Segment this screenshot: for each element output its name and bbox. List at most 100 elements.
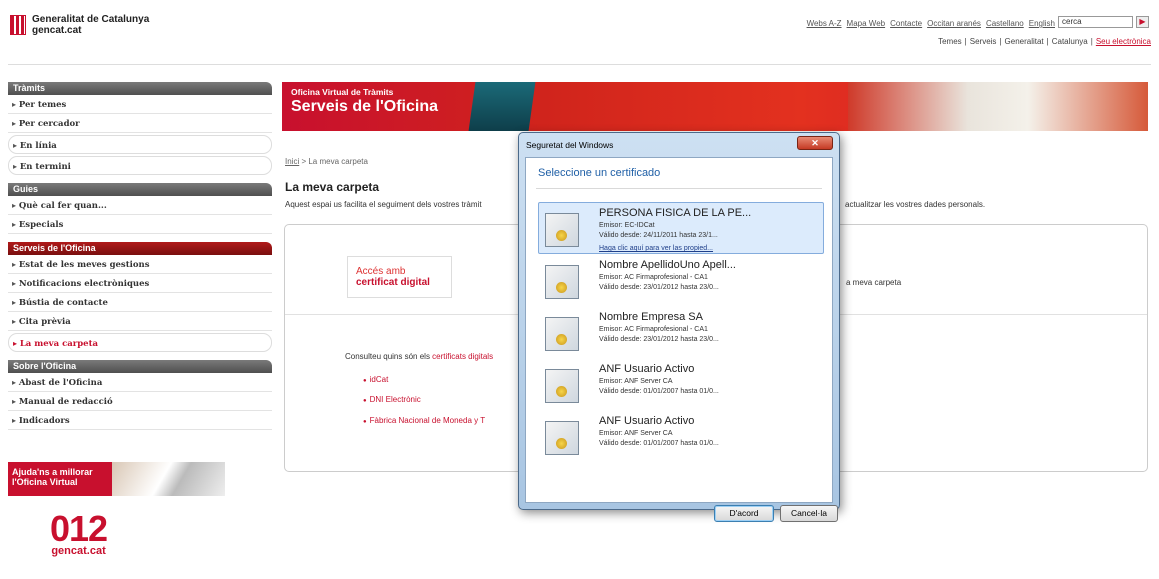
sidebar-item-notificacions[interactable]: Notificacions electròniques [8,274,272,293]
sidebar-item-estat-gestions[interactable]: Estat de les meves gestions [8,255,272,274]
link-dni-electronic[interactable]: DNI Electrònic [363,395,421,404]
link-contacte[interactable]: Contacte [890,19,922,28]
certificate-icon [545,265,579,299]
link-webs-az[interactable]: Webs A-Z [807,19,842,28]
certificate-name: ANF Usuario Activo [599,415,695,427]
link-castellano[interactable]: Castellano [986,19,1024,28]
certificate-icon [545,421,579,455]
link-temes[interactable]: Temes [938,37,962,46]
sidebar-item-bustia[interactable]: Bústia de contacte [8,293,272,312]
ok-button[interactable]: D'acord [714,505,774,522]
sidebar-item-la-meva-carpeta[interactable]: La meva carpeta [8,333,272,352]
certificate-validity: Válido desde: 24/11/2011 hasta 23/1... [599,232,718,239]
link-idcat[interactable]: idCat [363,375,389,384]
link-mapa-web[interactable]: Mapa Web [847,19,886,28]
access-line2: certificat digital [356,277,430,288]
certificate-issuer: Emisor: ANF Server CA [599,378,673,385]
certificate-item[interactable]: ANF Usuario Activo Emisor: ANF Server CA… [538,358,824,410]
sidebar-item-cita-previa[interactable]: Cita prèvia [8,312,272,331]
certificate-item[interactable]: PERSONA FISICA DE LA PE... Emisor: EC-ID… [538,202,824,254]
top-links: Webs A-Z Mapa Web Contacte Occitan arané… [807,19,1055,28]
sidebar-item-especials[interactable]: Especials [8,215,272,234]
breadcrumb: Inici > La meva carpeta [285,157,368,166]
search-input[interactable]: cerca [1058,16,1133,28]
certificate-item[interactable]: Nombre ApellidoUno Apell... Emisor: AC F… [538,254,824,306]
link-seu-electronica[interactable]: Seu electrònica [1096,37,1151,46]
link-occitan[interactable]: Occitan aranés [927,19,981,28]
certificate-name: Nombre Empresa SA [599,311,703,323]
senyera-icon [10,15,26,35]
logo-title: Generalitat de Catalunya [32,14,150,25]
sidebar-item-en-termini[interactable]: En termini [8,156,272,175]
sidebar-item-abast[interactable]: Abast de l'Oficina [8,373,272,392]
sidebar-item-indicadors[interactable]: Indicadors [8,411,272,430]
certificate-icon [545,213,579,247]
sidebar-item-que-cal-fer[interactable]: Què cal fer quan... [8,196,272,215]
certificate-list: PERSONA FISICA DE LA PE... Emisor: EC-ID… [538,202,824,462]
certificate-name: Nombre ApellidoUno Apell... [599,259,736,271]
search-button[interactable]: ▶ [1136,16,1149,28]
carpeta-access-text: a meva carpeta [846,278,902,287]
access-line1: Accés amb [356,266,406,277]
certificate-issuer: Emisor: ANF Server CA [599,430,673,437]
certificate-validity: Válido desde: 23/01/2012 hasta 23/0... [599,336,719,343]
logo-subtitle: gencat.cat [32,25,82,36]
page-title: La meva carpeta [285,180,380,194]
cancel-button[interactable]: Cancel·la [780,505,838,522]
logo-012-domain: gencat.cat [51,545,106,557]
consult-label: Consulteu quins són els [345,352,433,361]
close-button[interactable]: ✕ [797,136,833,150]
banner-photo-person [468,82,536,131]
separator: | [1090,37,1093,46]
certificate-validity: Válido desde: 01/01/2007 hasta 01/0... [599,440,719,447]
certificate-item[interactable]: ANF Usuario Activo Emisor: ANF Server CA… [538,410,824,462]
certificate-validity: Válido desde: 23/01/2012 hasta 23/0... [599,284,719,291]
breadcrumb-home[interactable]: Inici [285,157,299,166]
dialog-heading: Seleccione un certificado [538,167,661,179]
sidebar-item-en-linia[interactable]: En línia [8,135,272,154]
certificate-icon [545,317,579,351]
link-serveis[interactable]: Serveis [970,37,997,46]
separator: | [1046,37,1049,46]
promo-image [112,462,225,496]
certificate-name: PERSONA FISICA DE LA PE... [599,207,752,219]
page: Generalitat de Catalunya gencat.cat Webs… [0,0,1159,579]
gencat-logo[interactable]: Generalitat de Catalunya gencat.cat [10,14,149,36]
dialog-separator [536,188,822,189]
link-english[interactable]: English [1029,19,1055,28]
intro-text: Aquest espai us facilita el seguiment de… [285,200,482,209]
nav-links: Temes | Serveis | Generalitat | Cataluny… [938,37,1151,46]
sidebar-item-per-temes[interactable]: Per temes [8,95,272,114]
promo-line2: l'Oficina Virtual [12,477,78,487]
certificate-icon [545,369,579,403]
certificate-name: ANF Usuario Activo [599,363,695,375]
sidebar-item-manual[interactable]: Manual de redacció [8,392,272,411]
logo-012[interactable]: 012 gencat.cat [50,508,108,557]
banner-title: Serveis de l'Oficina [291,98,438,115]
banner-photo-office [848,82,1148,131]
certificate-properties-link[interactable]: Haga clic aquí para ver las propied... [599,245,713,252]
sidebar-heading-sobre: Sobre l'Oficina [8,360,272,373]
certificate-issuer: Emisor: AC Firmaprofesional - CA1 [599,274,708,281]
intro-text-right: actualitzar les vostres dades personals. [845,200,986,209]
logo-012-number: 012 [50,508,108,549]
link-fnmt[interactable]: Fàbrica Nacional de Moneda y T [363,416,485,425]
separator: | [964,37,967,46]
certificate-item[interactable]: Nombre Empresa SA Emisor: AC Firmaprofes… [538,306,824,358]
link-generalitat[interactable]: Generalitat [1005,37,1044,46]
feedback-promo-banner[interactable]: Ajuda'ns a millorar l'Oficina Virtual [8,462,225,496]
sidebar-heading-tramits: Tràmits [8,82,272,95]
certificate-issuer: Emisor: EC-IDCat [599,222,655,229]
sidebar: Tràmits Per temes Per cercador En línia … [8,82,272,430]
certificate-access-button[interactable]: Accés amb certificat digital [347,256,452,298]
separator: | [999,37,1002,46]
certificate-validity: Válido desde: 01/01/2007 hasta 01/0... [599,388,719,395]
dialog-title: Seguretat del Windows [526,140,614,150]
digital-certificates-link[interactable]: certificats digitals [432,352,493,361]
header-divider [8,64,1151,65]
consult-text: Consulteu quins són els certificats digi… [345,352,493,361]
sidebar-item-per-cercador[interactable]: Per cercador [8,114,272,133]
link-catalunya[interactable]: Catalunya [1052,37,1088,46]
sidebar-heading-guies: Guies [8,183,272,196]
banner-subtitle: Oficina Virtual de Tràmits [291,87,394,97]
